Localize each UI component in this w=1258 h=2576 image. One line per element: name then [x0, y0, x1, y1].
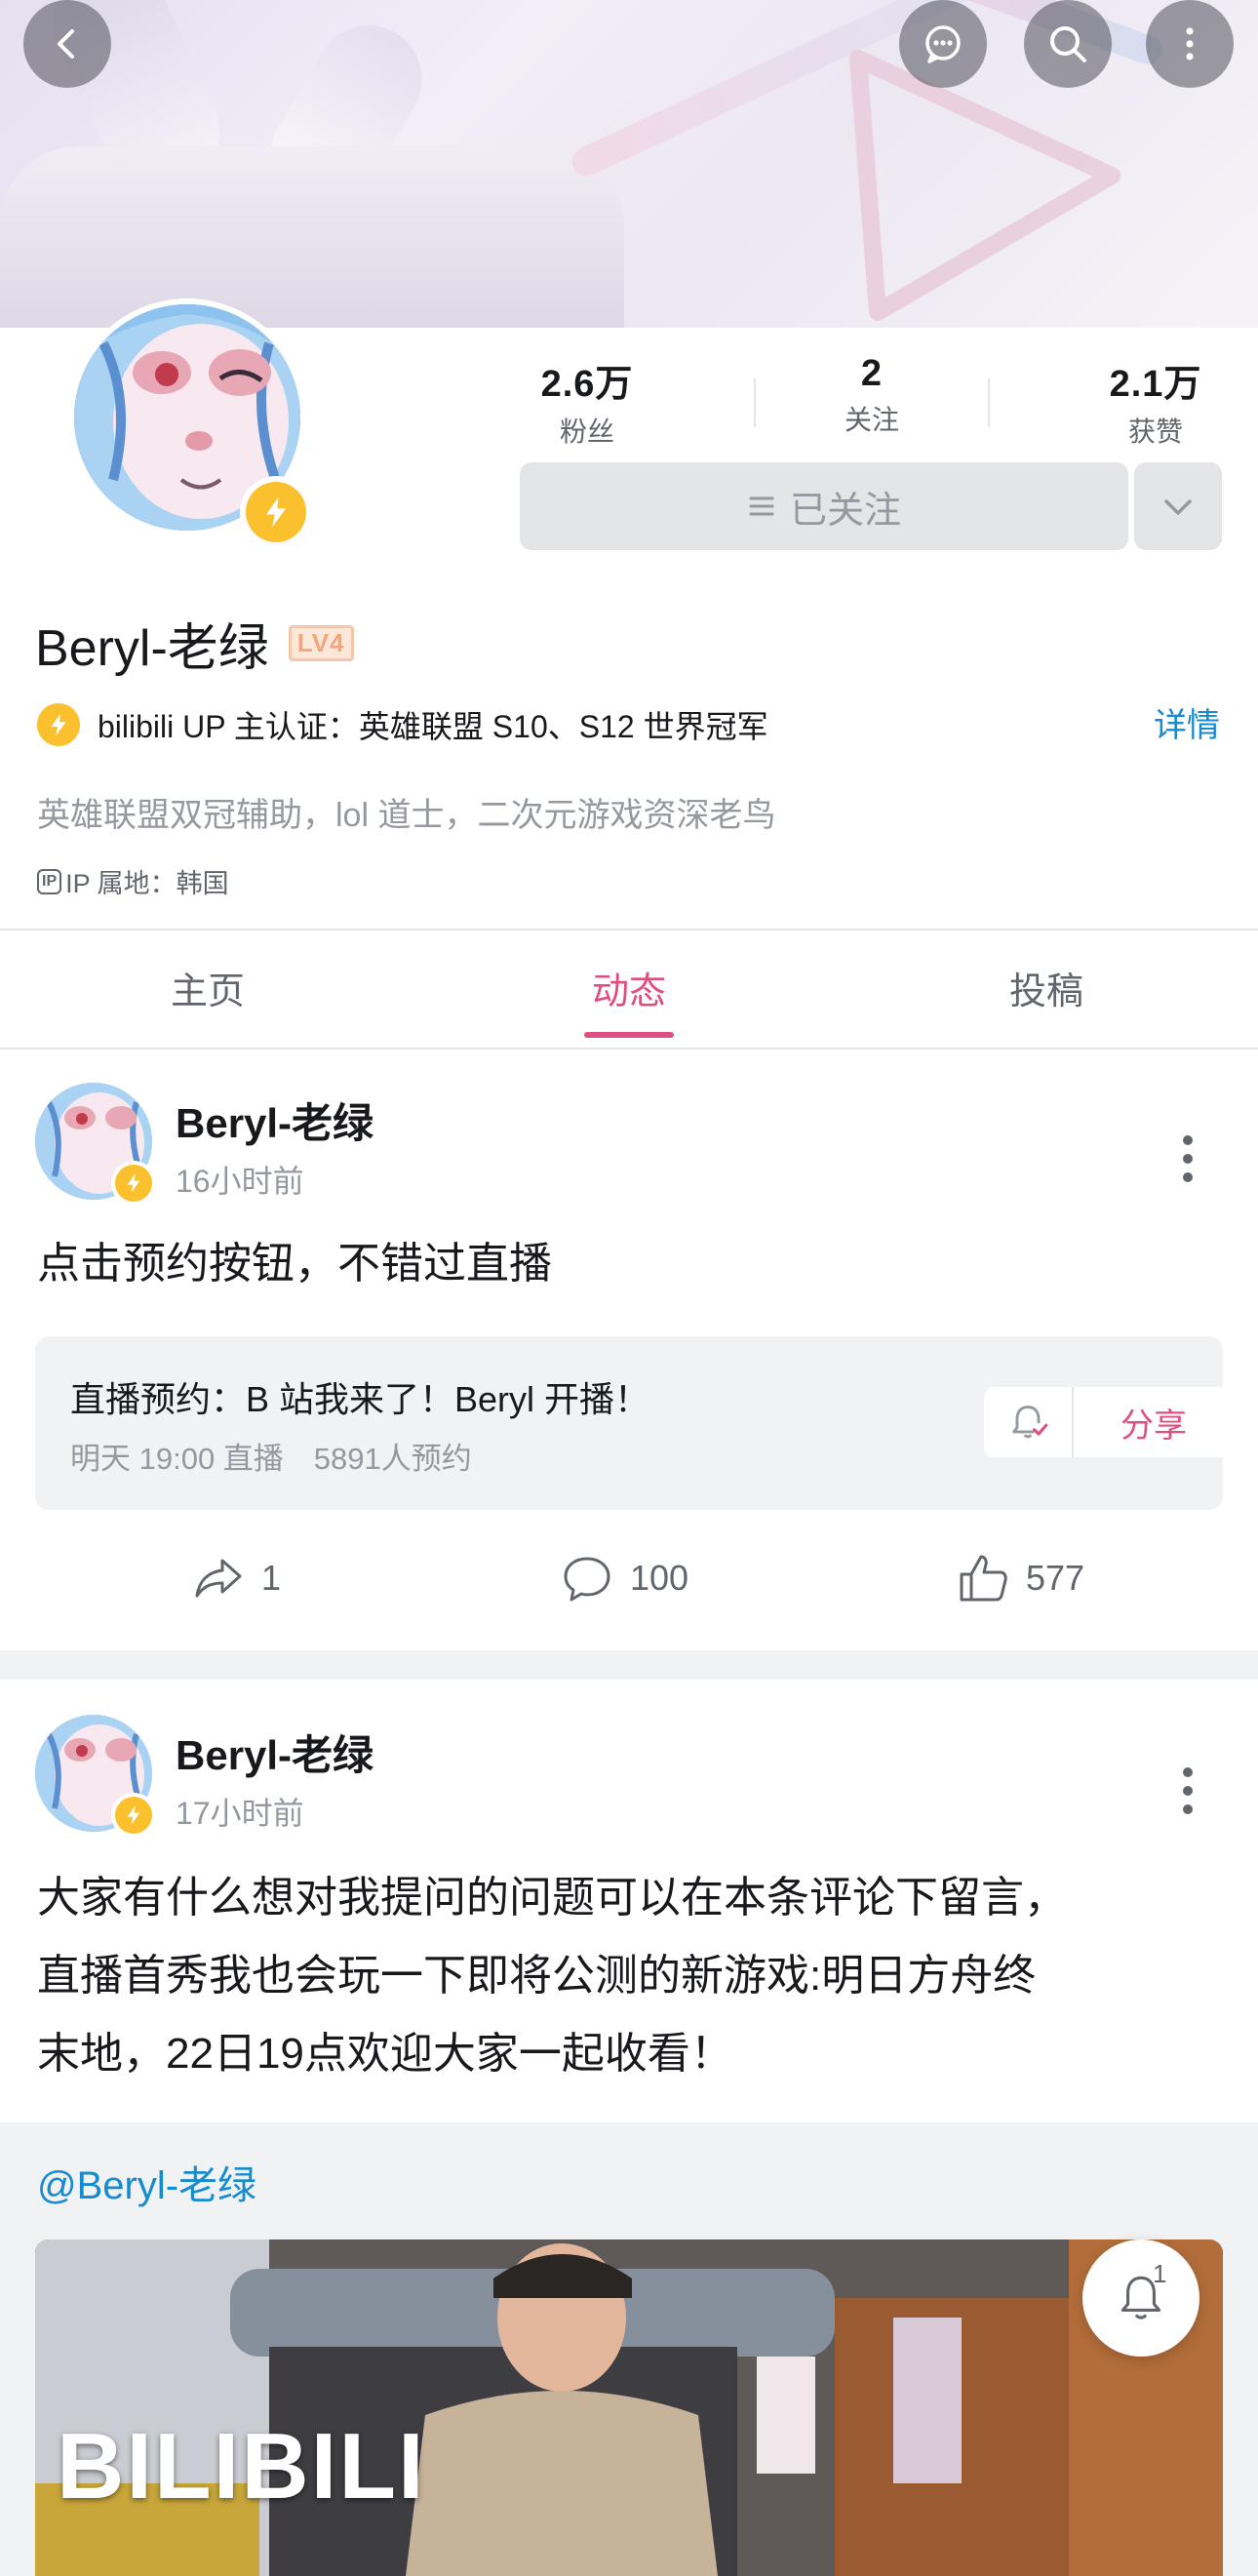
ip-location: IP IP 属地：韩国: [37, 862, 229, 900]
like-count: 577: [1026, 1558, 1085, 1598]
follow-dropdown-button[interactable]: [1134, 462, 1222, 550]
post-more-button[interactable]: [1168, 1129, 1207, 1188]
stat-label: 粉丝: [559, 416, 614, 447]
ip-location-text: IP 属地：韩国: [65, 869, 229, 898]
thumbs-up-icon: [960, 1555, 1007, 1602]
verified-badge: [111, 1161, 156, 1206]
floating-notification-button[interactable]: 1: [1082, 2239, 1199, 2357]
chevron-left-icon: [58, 29, 74, 59]
active-tab-indicator: [584, 1032, 674, 1038]
lightning-icon: [127, 1805, 140, 1825]
lightning-badge-icon: [37, 703, 80, 746]
comment-count: 100: [630, 1558, 689, 1598]
back-button[interactable]: [23, 0, 111, 88]
username-text: Beryl-老绿: [35, 620, 269, 677]
forward-icon: [195, 1559, 242, 1598]
search-button[interactable]: [1024, 0, 1112, 88]
lightning-icon: [265, 496, 287, 528]
post-text-line: 直播首秀我也会玩一下即将公测的新游戏:明日方舟终: [37, 1952, 1037, 2000]
post-text: 大家有什么想对我提问的问题可以在本条评论下留言， 直播首秀我也会玩一下即将公测的…: [37, 1859, 1067, 2093]
post-text: 点击预约按钮，不错过直播: [37, 1240, 552, 1288]
stat-value: 2: [860, 353, 884, 394]
tab-dynamics[interactable]: 动态: [483, 961, 775, 1014]
video-thumbnail[interactable]: [35, 2239, 1223, 2576]
profile-username: Beryl-老绿 LV4: [35, 607, 354, 680]
menu-lines-icon: [749, 496, 774, 516]
stat-followers[interactable]: 2.6万 粉丝: [507, 353, 667, 450]
more-button[interactable]: [1146, 0, 1234, 88]
bell-check-icon: [1012, 1406, 1048, 1439]
certification-text: bilibili UP 主认证：英雄联盟 S10、S12 世界冠军: [98, 709, 768, 744]
followed-button[interactable]: 已关注: [520, 462, 1128, 550]
tab-home[interactable]: 主页: [61, 961, 354, 1014]
notification-count: 1: [1153, 2259, 1167, 2288]
certification-row: bilibili UP 主认证：英雄联盟 S10、S12 世界冠军: [37, 702, 768, 747]
chat-dots-icon: [925, 25, 961, 63]
verified-badge: [111, 1793, 156, 1838]
lightning-icon: [127, 1173, 140, 1193]
stat-following[interactable]: 2 关注: [794, 353, 950, 438]
post-author-name[interactable]: Beryl-老绿: [176, 1723, 373, 1782]
post-text-line: 大家有什么想对我提问的问题可以在本条评论下留言，: [37, 1874, 1067, 1922]
level-badge: LV4: [288, 625, 354, 661]
stat-divider: [988, 378, 990, 427]
stat-value: 2.6万: [540, 364, 634, 405]
stat-label: 关注: [844, 405, 899, 435]
post-text-line: 末地，22日19点欢迎大家一起收看！: [37, 2030, 733, 2078]
reserve-bell-button[interactable]: [984, 1387, 1074, 1457]
video-watermark-text: BILIBILI: [57, 2414, 426, 2518]
vertical-dots-icon: [1186, 27, 1194, 60]
tabs-divider: [0, 1048, 1258, 1050]
repost-mention-link[interactable]: @Beryl-老绿: [37, 2154, 256, 2210]
search-icon: [1050, 26, 1086, 62]
live-reservation-card[interactable]: 直播预约：B 站我来了！Beryl 开播！ 明天 19:00 直播 5891人预…: [35, 1336, 1234, 1510]
ip-icon: IP: [37, 868, 62, 894]
stat-likes[interactable]: 2.1万 获赞: [1082, 353, 1229, 450]
post-time: 16小时前: [176, 1164, 304, 1199]
message-button[interactable]: [899, 0, 987, 88]
comment-icon: [564, 1557, 610, 1602]
details-link[interactable]: 详情: [1154, 698, 1220, 746]
post-time: 17小时前: [176, 1796, 304, 1831]
forward-button[interactable]: 1: [191, 1551, 281, 1605]
reservation-meta: 明天 19:00 直播 5891人预约: [70, 1442, 472, 1476]
stat-value: 2.1万: [1109, 364, 1202, 405]
video-scene-image: [35, 2239, 1223, 2576]
post-more-button[interactable]: [1168, 1762, 1207, 1820]
profile-bio: 英雄联盟双冠辅助，lol 道士，二次元游戏资深老鸟: [37, 797, 776, 834]
post-separator: [0, 1650, 1258, 1680]
tab-submissions[interactable]: 投稿: [900, 961, 1193, 1014]
comment-button[interactable]: 100: [560, 1551, 688, 1605]
reservation-share-button[interactable]: 分享: [1074, 1387, 1234, 1457]
section-divider: [0, 929, 1258, 931]
reservation-actions: 分享: [984, 1387, 1234, 1457]
like-button[interactable]: 577: [956, 1551, 1084, 1605]
chevron-down-icon: [1164, 499, 1192, 515]
stat-label: 获赞: [1127, 416, 1183, 447]
verified-badge: [240, 476, 312, 548]
followed-button-label: 已关注: [789, 490, 901, 532]
stat-divider: [754, 378, 756, 427]
reservation-title: 直播预约：B 站我来了！Beryl 开播！: [70, 1379, 650, 1419]
post-author-name[interactable]: Beryl-老绿: [176, 1090, 373, 1150]
forward-count: 1: [261, 1558, 282, 1598]
